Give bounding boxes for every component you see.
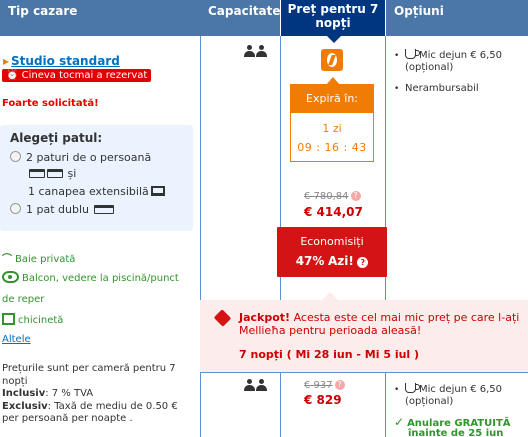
jackpot-message: Acesta este cel mai mic preț pe care l-a… [293, 311, 520, 324]
original-price-value: € 780,84 [304, 191, 349, 202]
price-note-inclusive: Inclusiv: 7 % TVA [2, 388, 192, 401]
original-price: € 937? [304, 380, 345, 391]
option-breakfast-note: (opțional) [405, 396, 454, 407]
room-name-link[interactable]: ▸ Studio standard [3, 54, 120, 68]
jackpot-banner: Jackpot! Acesta este cel mai mic preț pe… [200, 292, 528, 372]
shower-icon: ⌒ [2, 254, 12, 265]
facility-kitchen: chicinetă [2, 313, 63, 326]
facility-view-label: Balcon, vedere la piscină/punct [22, 273, 179, 284]
radio-button[interactable] [10, 151, 21, 162]
header-options: Opțiuni [386, 0, 528, 36]
bullet: • [394, 385, 400, 395]
header-room-type: Tip cazare [0, 0, 200, 36]
inclusive-label: Inclusiv [2, 388, 46, 399]
capacity-two-persons [244, 379, 268, 394]
option-refund: Nerambursabil [405, 83, 479, 94]
option-breakfast: Mic dejun € 6,50 [405, 49, 502, 62]
bed-choice-title: Alegeți patul: [10, 131, 103, 145]
jackpot-dates: 7 nopți ( Mi 28 iun - Mi 5 iul ) [239, 348, 420, 361]
recent-booking-text: Cineva tocmai a rezervat [21, 70, 148, 81]
savings-label: Economisiți [300, 235, 364, 248]
capacity-two-persons [244, 45, 268, 60]
room-name[interactable]: Studio standard [11, 54, 120, 68]
price-note: Prețurile sunt per cameră pentru 7 nopți… [2, 363, 192, 426]
person-icon [244, 45, 255, 57]
radio-button[interactable] [10, 203, 21, 214]
savings-suffix: Azi! [327, 254, 354, 268]
breakfast-label: Mic dejun € 6,50 [419, 384, 503, 395]
info-icon[interactable]: ? [334, 380, 345, 390]
bed-icons-row: și [28, 167, 76, 180]
sofa-bed-icon [150, 186, 165, 196]
savings-amount: 47% Azi! ? [277, 254, 387, 268]
bed-choice-box: Alegeți patul: 2 paturi de o persoană și… [0, 125, 193, 231]
savings-badge: Economisiți 47% Azi! ? [277, 227, 387, 277]
recent-booking-badge: ⏰ Cineva tocmai a rezervat [2, 69, 152, 82]
person-icon [256, 45, 267, 57]
expiry-countdown: 09 : 16 : 43 [297, 141, 367, 154]
header-price[interactable]: Preț pentru 7 nopți [281, 0, 385, 43]
single-bed-icon [29, 169, 45, 178]
price-note-exclusive: Exclusiv: Taxă de mediu de 0.50 € [2, 401, 192, 414]
eye-icon [2, 271, 19, 283]
double-bed-icon [93, 205, 114, 214]
free-cancel-note: înainte de 25 iun 2017 [408, 428, 504, 437]
price-note-line: nopți [2, 375, 28, 387]
expiry-header: Expiră în: [291, 85, 373, 113]
lightning-deal-icon [321, 49, 343, 71]
original-price: € 780,84? [304, 191, 361, 202]
arrow-right-icon: ▸ [3, 54, 10, 68]
kitchen-icon [2, 313, 15, 325]
info-icon[interactable]: ? [357, 257, 369, 268]
divider [200, 36, 201, 437]
header-capacity: Capacitate [200, 0, 281, 36]
discounted-price: € 829 [304, 393, 342, 407]
option-breakfast: Mic dejun € 6,50 [405, 383, 502, 396]
original-price-value: € 937 [304, 380, 333, 391]
breakfast-label: Mic dejun € 6,50 [419, 50, 503, 61]
exclusive-text: : Taxă de mediu de 0.50 € [47, 400, 178, 412]
inclusive-text: : 7 % TVA [45, 388, 94, 399]
coffee-cup-icon [405, 49, 420, 59]
sofa-bed-label: 1 canapea extensibilă [28, 185, 149, 198]
single-bed-icon [47, 169, 63, 178]
divider [200, 372, 528, 373]
option-breakfast-note: (opțional) [405, 62, 454, 73]
bullet: • [394, 51, 400, 61]
price-note-line: per persoană per noapte . [2, 413, 133, 424]
jackpot-text: Jackpot! Acesta este cel mai mic preț pe… [239, 311, 526, 337]
facility-view-cont: de reper [2, 294, 45, 305]
info-icon[interactable]: ? [350, 191, 361, 201]
exclusive-label: Exclusiv [2, 400, 48, 412]
popularity-label: Foarte solicitată! [2, 98, 99, 109]
facility-bathroom-label: Baie privată [15, 254, 76, 265]
facility-bathroom: ⌒ Baie privată [2, 250, 75, 265]
bed-option-label: 1 pat dublu [26, 203, 89, 216]
sofa-bed-row: 1 canapea extensibilă [28, 185, 165, 198]
tag-icon [213, 309, 232, 327]
bed-and-label: și [67, 167, 77, 180]
bed-option-label: 2 paturi de o persoană [26, 151, 152, 164]
bed-option-twin[interactable]: 2 paturi de o persoană [10, 151, 151, 164]
others-link[interactable]: Altele [2, 334, 31, 345]
facility-kitchen-label: chicinetă [18, 315, 64, 326]
discounted-price: € 414,07 [304, 205, 363, 219]
coffee-cup-icon [405, 383, 420, 393]
bed-option-double[interactable]: 1 pat dublu [10, 203, 115, 216]
bullet: • [394, 84, 400, 94]
facility-view: Balcon, vedere la piscină/punct [2, 271, 179, 284]
price-note-line: Prețurile sunt per cameră pentru 7 [2, 363, 176, 374]
expiry-days: 1 zi [322, 122, 342, 135]
jackpot-message-cont: Mellieħa pentru perioada aleasă! [239, 324, 422, 337]
person-icon [256, 379, 267, 391]
person-icon [244, 379, 255, 391]
savings-percent: 47% [295, 254, 325, 268]
jackpot-label: Jackpot! [239, 311, 291, 324]
checkmark-icon: ✓ [394, 415, 405, 429]
alarm-clock-icon: ⏰ [6, 70, 19, 81]
expiry-timer: Expiră în: 1 zi 09 : 16 : 43 [290, 77, 374, 162]
